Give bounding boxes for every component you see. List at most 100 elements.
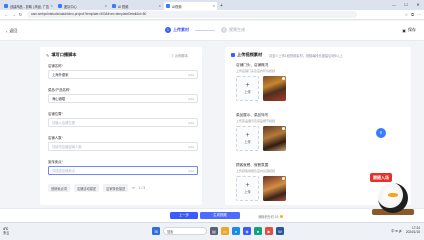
maximize-button[interactable]: ☐ (400, 0, 412, 10)
save-button[interactable]: ▣ 保存 (402, 27, 416, 33)
new-tab-button[interactable]: + (220, 2, 223, 10)
store-name-input[interactable]: 上海外婆家 0/40 (48, 70, 198, 79)
delete-icon[interactable] (282, 126, 285, 130)
points-cost: 消耗积分约 15 (258, 214, 283, 219)
store-location-input[interactable]: 请输入店铺位置 0/40 (48, 118, 198, 127)
task-view-icon[interactable]: ▤ (210, 227, 218, 235)
reload-icon[interactable]: ↻ (17, 12, 24, 17)
field-label: 店铺人数* (48, 135, 198, 140)
taskbar: 4°C 多云 ⊞ 搜索 ▤ ▭ e ◈ ● ▶ W 中 ⊕ 🔊 17:24 20… (0, 222, 424, 240)
card-title: 上传视频素材 (231, 52, 262, 58)
refresh-icon[interactable]: ⟳ (132, 186, 135, 190)
upload-label: 上传 (244, 90, 251, 94)
file-explorer-icon[interactable]: ▭ (221, 227, 229, 235)
video-thumbnail[interactable] (263, 75, 286, 101)
example-script-link[interactable]: ⓘ 示例脚本 (171, 53, 188, 58)
upload-button[interactable]: + 上传 (236, 175, 259, 201)
store-capacity-input[interactable]: 请填写店铺容纳人数 0/40 (48, 142, 198, 151)
video-thumbnail[interactable] (263, 125, 286, 151)
delete-icon[interactable] (282, 76, 285, 80)
upload-label: 上传 (244, 190, 251, 194)
menu-icon[interactable]: ⋯ (417, 12, 421, 17)
char-count: 0/40 (188, 145, 194, 149)
chip-selling-words[interactable]: 营销卖点词 (48, 184, 70, 192)
input-value: 海山酒楼 (52, 97, 66, 101)
start-menu-icon[interactable]: ⊞ (152, 227, 160, 235)
product-name-input[interactable]: 海山酒楼 0/40 (48, 94, 198, 103)
url-field[interactable]: cam.webpointstudio/aiadvideo-project?tem… (27, 11, 357, 18)
favicon-icon (4, 4, 8, 8)
field-label: 店铺位置* (48, 111, 198, 116)
upload-label: 上传 (244, 140, 251, 144)
tab-close-icon[interactable]: ✕ (212, 4, 215, 8)
extensions-icon[interactable]: ⧉ (411, 12, 414, 17)
save-label: 保存 (408, 27, 416, 32)
group-title: 店铺门头、店铺概况 (236, 63, 269, 67)
generate-video-button[interactable]: 生成视频 (200, 212, 240, 219)
browser-tab[interactable]: AI 视频 ✕ (110, 2, 163, 10)
step-generate[interactable]: 2 视频生成 (221, 27, 245, 33)
browser-tab-active[interactable]: AI视频 ✕ (164, 2, 217, 10)
weather-desc: 多云 (3, 231, 10, 235)
label-text: 宣传卖点 (48, 160, 62, 164)
back-button[interactable]: ‹ 返回 (6, 28, 17, 34)
taskbar-search[interactable]: 搜索 (163, 227, 207, 235)
char-count: 0/40 (188, 73, 194, 77)
tab-close-icon[interactable]: ✕ (104, 4, 107, 8)
selling-point-input[interactable]: 请描述店铺卖点 0/40 (48, 166, 198, 175)
char-count: 0/40 (188, 97, 194, 101)
penguin-mascot-icon (378, 183, 408, 213)
page-indicator: 1 / 3 (138, 186, 146, 190)
tab-label: AI视频 (172, 4, 182, 9)
store-icon[interactable]: ◈ (243, 227, 251, 235)
clock[interactable]: 17:24 2024/1/16 (406, 226, 420, 234)
prev-step-button[interactable]: 上一步 (170, 212, 198, 219)
video-thumbnail[interactable] (263, 175, 286, 201)
browser-tab[interactable]: 团队中心 ✕ (56, 2, 109, 10)
chip-store-feature[interactable]: 店家特色描述 (103, 184, 129, 192)
bottom-action-bar: 上一步 生成视频 消耗积分约 15 (0, 208, 424, 222)
required-mark: * (61, 136, 63, 140)
tab-close-icon[interactable]: ✕ (158, 4, 161, 8)
close-window-button[interactable]: ✕ (412, 0, 424, 10)
forward-arrow-icon[interactable]: → (10, 12, 17, 17)
mascot-sticker[interactable]: 跟随入场 (366, 173, 418, 221)
clock-date: 2024/1/16 (405, 230, 420, 234)
label-text: 菜品/产品名称 (48, 88, 70, 92)
window-controls: — ☐ ✕ (388, 0, 424, 10)
field-store-location: 店铺位置* 请输入店铺位置 0/40 (48, 111, 198, 127)
chip-store-activity[interactable]: 店铺活动描述 (73, 184, 100, 192)
weather-widget[interactable]: 4°C 多云 (3, 227, 9, 235)
step-upload[interactable]: 1 上传素材 (165, 27, 189, 33)
upload-button[interactable]: + 上传 (236, 125, 259, 151)
quick-chips: 营销卖点词 店铺活动描述 店家特色描述 ⟳ 1 / 3 (48, 184, 145, 192)
label-text: 店铺位置 (48, 112, 62, 116)
field-product-name: 菜品/产品名称* 海山酒楼 0/40 (48, 87, 198, 103)
favicon-icon (166, 4, 170, 8)
browser-tab[interactable]: 创建商品 - 剪映 | 商品, 广告 ✕ (2, 2, 55, 10)
chat-app-icon[interactable]: ● (254, 227, 262, 235)
browser-tab-strip: 创建商品 - 剪映 | 商品, 广告 ✕ 团队中心 ✕ AI 视频 ✕ AI视频 ✕ +… (0, 0, 424, 10)
group-desc: 上传菜品展示及菜品细节视频 (236, 118, 276, 123)
delete-icon[interactable] (282, 176, 285, 180)
upload-group-storefront: 店铺门头、店铺概况 上传店铺门头及店内环境视频 + 上传 (236, 63, 406, 101)
save-icon: ▣ (402, 27, 406, 33)
step-indicator: 1 上传素材 2 视频生成 (165, 27, 245, 33)
edge-browser-icon[interactable]: e (232, 227, 240, 235)
tab-close-icon[interactable]: ✕ (50, 4, 53, 8)
minimize-button[interactable]: — (388, 0, 400, 10)
help-float-button[interactable]: ⚲ (376, 128, 386, 138)
media-app-icon[interactable]: ▶ (265, 227, 273, 235)
upload-button[interactable]: + 上传 (236, 75, 259, 101)
script-form-card: ✎ 填写口播脚本 ⓘ 示例脚本 店铺名称* 上海外婆家 0/40 菜品/产品名称* 海… (40, 47, 202, 205)
tray-icons[interactable]: 中 ⊕ 🔊 (391, 228, 403, 233)
word-app-icon[interactable]: W (276, 227, 284, 235)
back-arrow-icon[interactable]: ← (3, 12, 10, 17)
chevron-left-icon: ‹ (6, 28, 8, 34)
field-selling-point: 宣传卖点* 请描述店铺卖点 0/40 (48, 159, 198, 175)
taskbar-apps: ⊞ 搜索 ▤ ▭ e ◈ ● ▶ W (152, 227, 284, 235)
required-mark: * (61, 64, 63, 68)
group-title: 顾客就餐、就餐氛围 (236, 163, 269, 167)
label-text: 店铺名称 (48, 64, 62, 68)
star-icon[interactable]: ☆ (405, 12, 409, 17)
